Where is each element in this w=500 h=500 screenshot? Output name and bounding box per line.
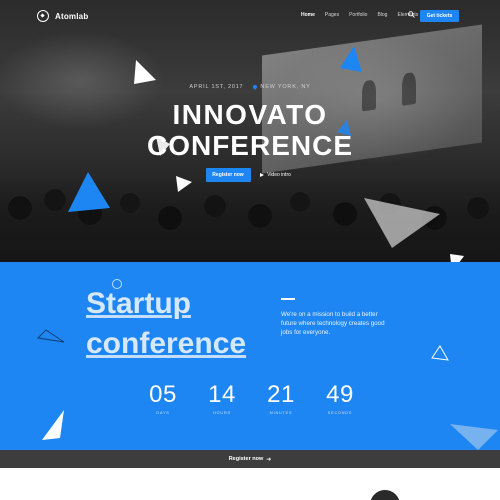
top-navigation: Atomlab Home Pages Portfolio Blog Elemen… [0, 0, 500, 34]
nav-item-pages[interactable]: Pages [325, 12, 339, 18]
countdown-seconds-value: 49 [326, 381, 354, 408]
startup-title: Startup conference [86, 284, 246, 364]
event-date: APRIL 1ST, 2017 [189, 84, 243, 90]
event-date-text: APRIL 1ST, 2017 [189, 84, 244, 90]
event-location: NEW YORK, NY [252, 84, 311, 90]
logo-icon [37, 10, 49, 22]
video-intro-label: Video intro [267, 172, 291, 178]
countdown-seconds-label: SECONDS [327, 411, 353, 415]
white-triangle-decoration [134, 60, 156, 84]
triangle-outline-decoration [36, 329, 65, 343]
startup-title-line1: Startup [86, 287, 191, 320]
hero-title-line1: INNOVATO [172, 99, 328, 130]
triangle-outline-decoration [431, 345, 449, 361]
startup-section: Startup conference We're on a mission to… [0, 262, 500, 450]
blue-triangle-decoration [340, 46, 362, 72]
hero-title: INNOVATO CONFERENCE [0, 99, 500, 161]
nav-item-home[interactable]: Home [301, 12, 315, 18]
countdown-minutes: 21 MINUTES [266, 381, 296, 416]
brand-name: Atomlab [55, 11, 89, 21]
main-menu: Home Pages Portfolio Blog Elements [301, 12, 418, 18]
hero-register-button[interactable]: Register now [205, 168, 251, 182]
light-triangle-decoration [364, 198, 440, 248]
countdown-hours-value: 14 [208, 381, 236, 408]
countdown-seconds: 49 SECONDS [325, 381, 355, 416]
startup-title-line2: conference [86, 327, 247, 360]
hero-title-line2: CONFERENCE [146, 130, 353, 161]
light-triangle-decoration [450, 424, 498, 450]
arrow-right-icon: ➜ [266, 456, 272, 463]
nav-item-blog[interactable]: Blog [377, 12, 387, 18]
event-meta: APRIL 1ST, 2017 NEW YORK, NY [0, 84, 500, 90]
brand-logo[interactable]: Atomlab [37, 10, 88, 22]
countdown-hours-label: HOURS [213, 411, 231, 415]
event-location-text: NEW YORK, NY [260, 84, 311, 90]
white-triangle-decoration [42, 410, 64, 440]
divider-dash [281, 298, 295, 300]
play-icon [260, 173, 265, 177]
countdown-timer: 05 DAYS 14 HOURS 21 MINUTES 49 SECONDS [148, 381, 355, 416]
register-bar[interactable]: Register now ➜ [0, 450, 500, 468]
countdown-days-value: 05 [149, 381, 177, 408]
hero-section: Atomlab Home Pages Portfolio Blog Elemen… [0, 0, 500, 262]
video-intro-button[interactable]: Video intro [257, 168, 295, 182]
get-tickets-button[interactable]: Get tickets [420, 10, 459, 22]
countdown-days: 05 DAYS [148, 381, 178, 416]
speaker-photo [370, 490, 400, 500]
countdown-days-label: DAYS [156, 411, 170, 415]
location-pin-icon [252, 84, 259, 90]
countdown-minutes-value: 21 [267, 381, 295, 408]
hero-actions: Register now Video intro [0, 168, 500, 182]
search-icon[interactable] [408, 11, 415, 18]
countdown-minutes-label: MINUTES [269, 411, 293, 415]
next-section [0, 468, 500, 500]
mission-text: We're on a mission to build a better fut… [281, 311, 385, 336]
register-bar-label: Register now [228, 456, 264, 462]
nav-item-portfolio[interactable]: Portfolio [349, 12, 367, 18]
countdown-hours: 14 HOURS [207, 381, 237, 416]
white-triangle-decoration [450, 254, 464, 262]
